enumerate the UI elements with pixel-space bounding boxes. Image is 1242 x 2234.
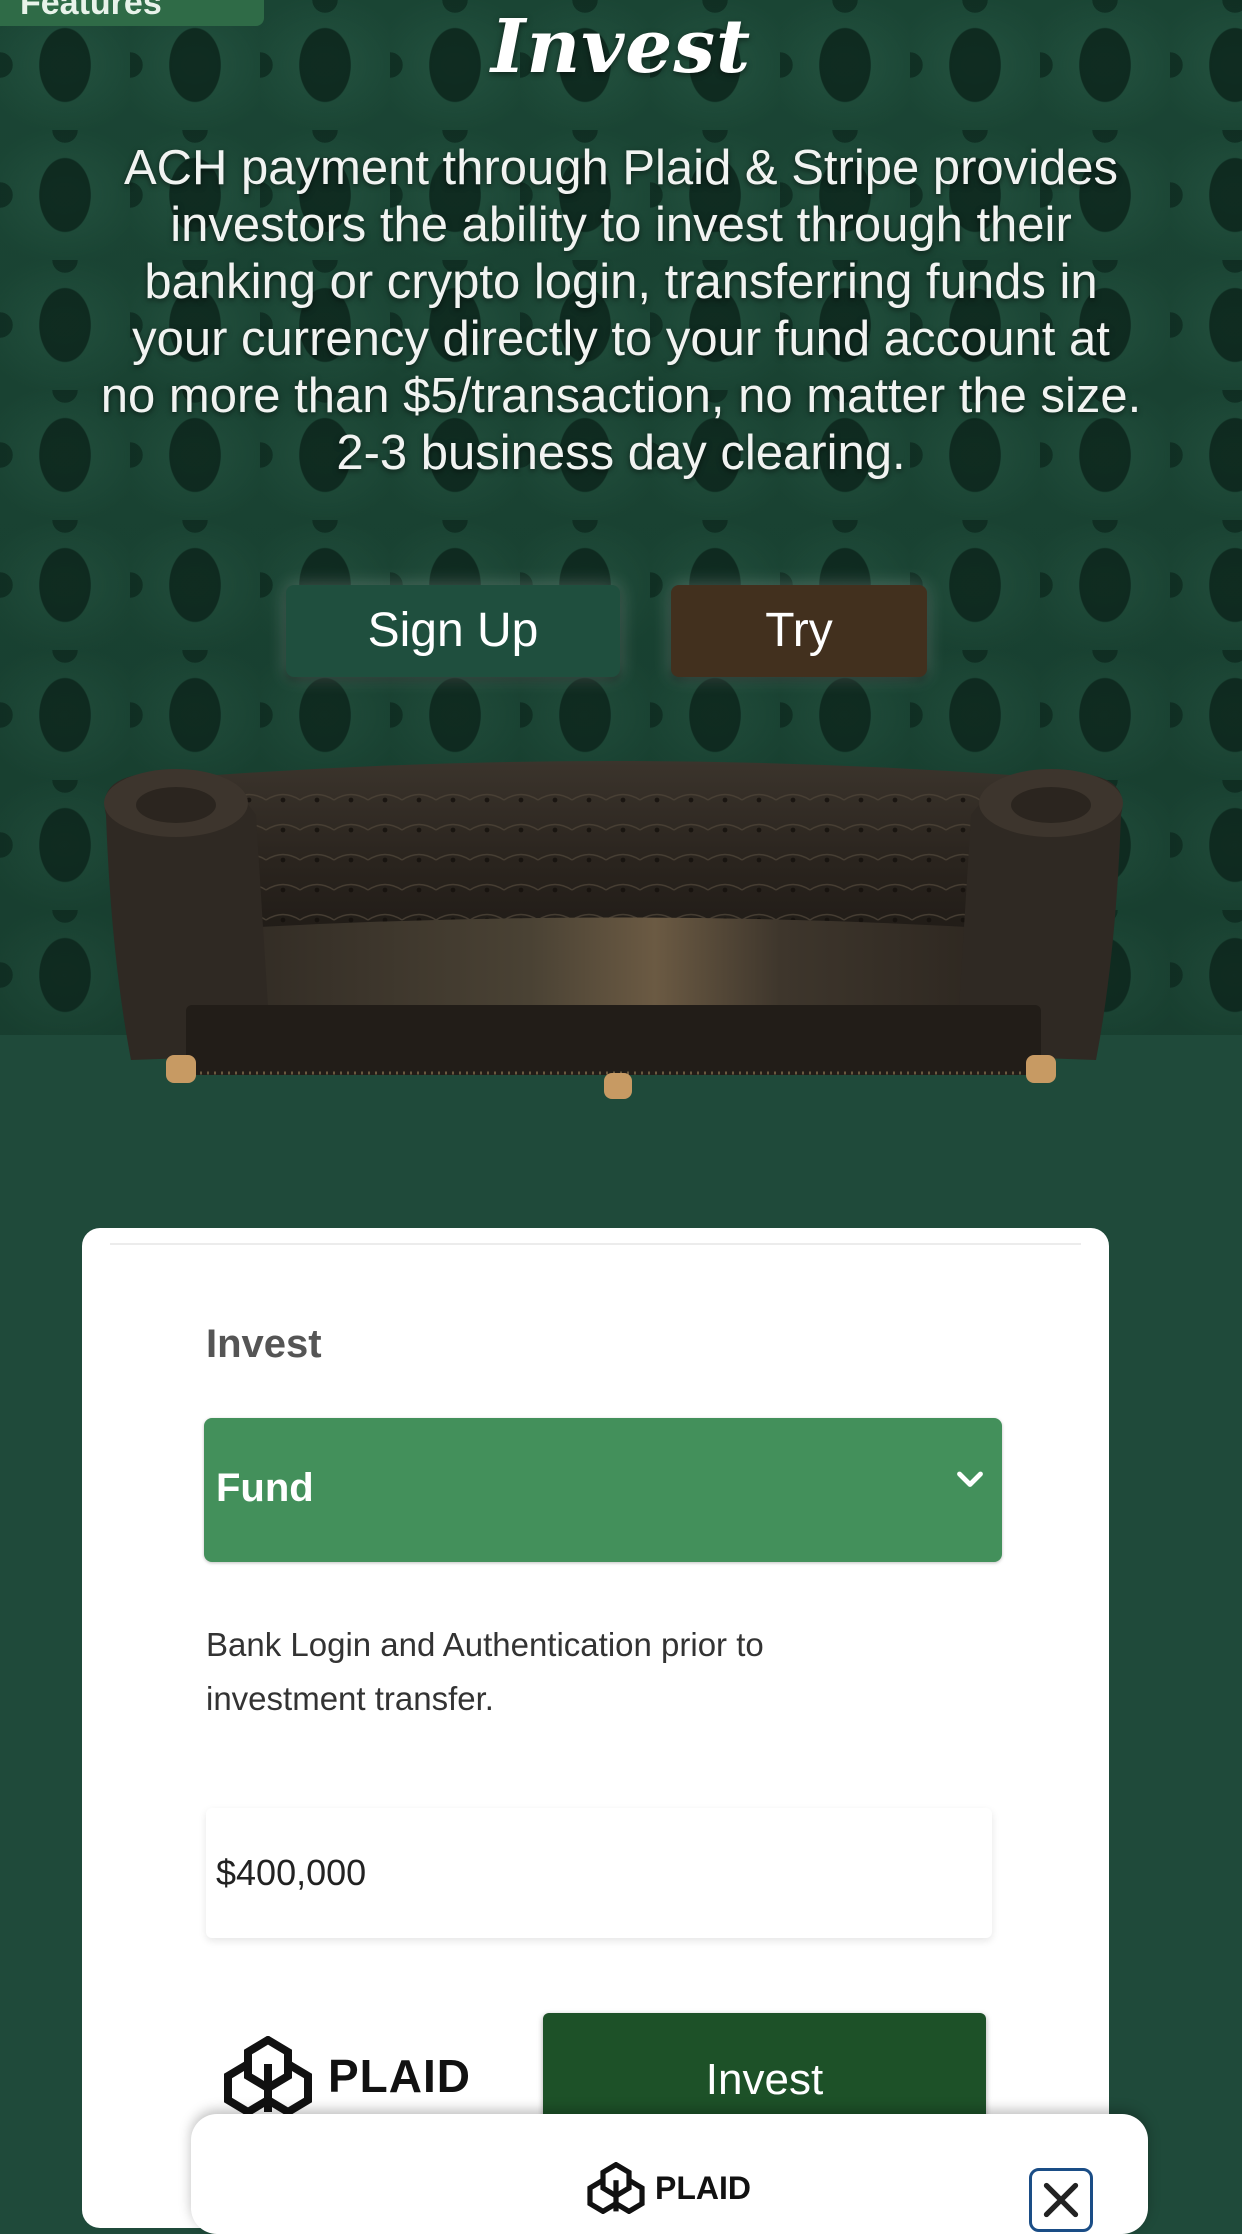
amount-input[interactable]: $400,000 — [206, 1808, 992, 1938]
hero-title: Invest — [490, 4, 752, 90]
chesterfield-sofa-image — [104, 761, 1123, 1099]
invest-label: Invest — [206, 1322, 322, 1366]
try-button[interactable]: Try — [671, 585, 927, 677]
fund-select-value: Fund — [216, 1466, 314, 1510]
plaid-logo-icon — [224, 2036, 312, 2116]
plaid-logo-icon — [587, 2162, 645, 2214]
plaid-logo: PLAID — [222, 2034, 471, 2118]
card-divider — [110, 1243, 1081, 1245]
modal-plaid-wordmark: PLAID — [655, 2169, 751, 2206]
plaid-wordmark: PLAID — [328, 2050, 471, 2102]
chevron-down-icon — [957, 1471, 983, 1487]
bank-login-help-text: Bank Login and Authentication prior to i… — [206, 1626, 764, 1717]
sign-up-button[interactable]: Sign Up — [286, 585, 620, 677]
close-button[interactable] — [1029, 2168, 1093, 2232]
plaid-modal: PLAID — [191, 2114, 1148, 2234]
fund-select[interactable]: Fund — [204, 1418, 1002, 1562]
hero-description: ACH payment through Plaid & Stripe provi… — [100, 141, 1142, 480]
close-icon — [1043, 2182, 1079, 2218]
modal-plaid-logo: PLAID — [585, 2162, 751, 2214]
